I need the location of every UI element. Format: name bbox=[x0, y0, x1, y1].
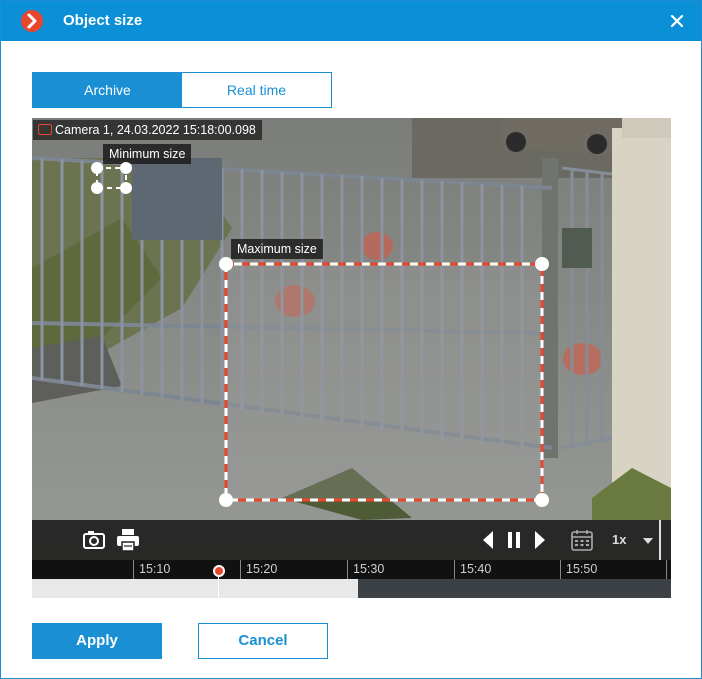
record-icon bbox=[38, 124, 52, 135]
timeline-tick: 15:20 bbox=[240, 560, 277, 579]
cancel-button[interactable]: Cancel bbox=[198, 623, 328, 659]
timeline-tick: 15:40 bbox=[454, 560, 491, 579]
timeline-tick-end bbox=[666, 560, 671, 579]
camera-icon[interactable] bbox=[82, 529, 106, 551]
timeline-tick: 15:30 bbox=[347, 560, 384, 579]
apply-button[interactable]: Apply bbox=[32, 623, 162, 659]
pause-icon[interactable] bbox=[506, 529, 522, 551]
empty-track bbox=[358, 579, 671, 598]
timeline-tick: 15:50 bbox=[560, 560, 597, 579]
video-frame[interactable]: Camera 1, 24.03.2022 15:18:00.098 Minimu… bbox=[32, 118, 671, 598]
calendar-icon[interactable] bbox=[570, 528, 594, 552]
timeline-cursor[interactable] bbox=[213, 565, 225, 577]
camera-label: Camera 1, 24.03.2022 15:18:00.098 bbox=[33, 120, 262, 140]
step-back-icon[interactable] bbox=[481, 529, 495, 551]
step-forward-icon[interactable] bbox=[533, 529, 547, 551]
tab-archive[interactable]: Archive bbox=[33, 73, 182, 107]
control-divider bbox=[659, 520, 661, 560]
printer-icon[interactable] bbox=[116, 528, 140, 552]
archive-track bbox=[32, 579, 358, 598]
mode-switch: Archive Real time bbox=[32, 72, 332, 108]
timeline-cursor-line bbox=[218, 577, 219, 598]
chevron-down-icon[interactable] bbox=[642, 537, 654, 545]
chevron-right-icon bbox=[21, 10, 43, 32]
close-icon[interactable] bbox=[667, 11, 687, 31]
window-title: Object size bbox=[63, 12, 143, 29]
min-size-box[interactable] bbox=[87, 158, 147, 208]
object-size-dialog: Object size Archive Real time Camera 1, … bbox=[0, 0, 702, 679]
playback-speed[interactable]: 1x bbox=[612, 532, 626, 547]
timeline-tick: 15:10 bbox=[133, 560, 170, 579]
player-control-bar: 1x bbox=[32, 520, 671, 560]
timeline[interactable]: 15:10 15:20 15:30 15:40 15:50 bbox=[32, 560, 671, 598]
tab-real-time[interactable]: Real time bbox=[182, 73, 331, 107]
camera-timestamp: Camera 1, 24.03.2022 15:18:00.098 bbox=[55, 123, 256, 137]
title-bar: Object size bbox=[1, 1, 701, 41]
max-size-box[interactable] bbox=[216, 254, 556, 514]
timeline-scale: 15:10 15:20 15:30 15:40 15:50 bbox=[32, 560, 671, 579]
